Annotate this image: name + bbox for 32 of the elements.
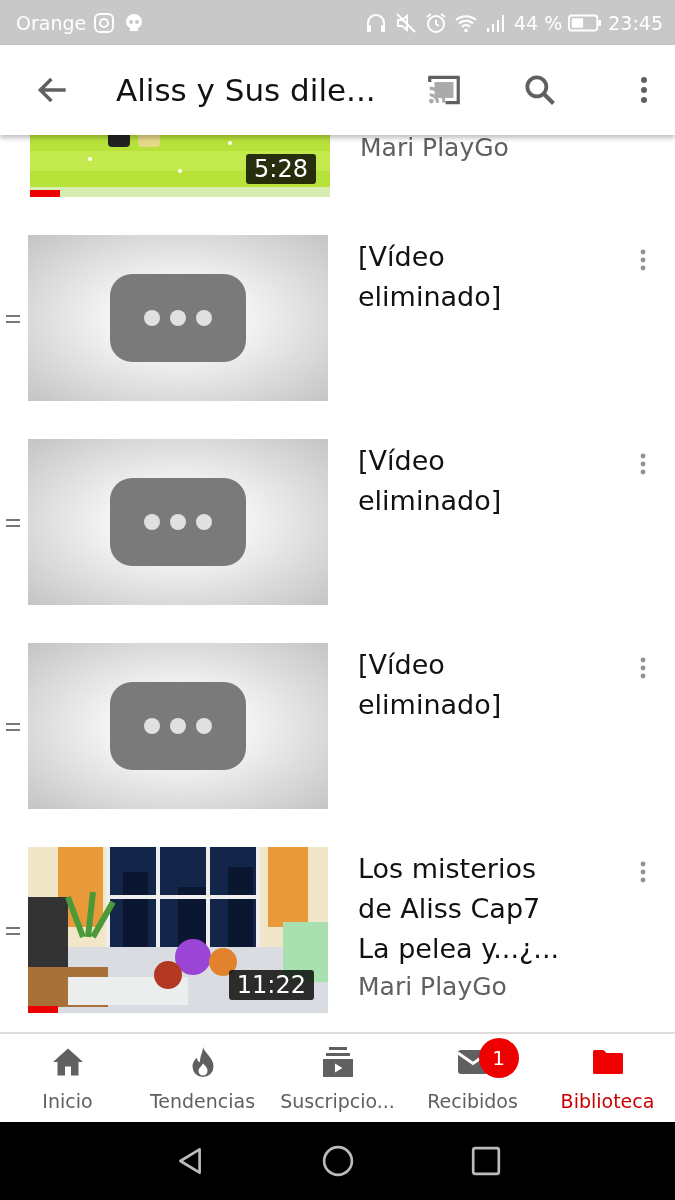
video-title[interactable]: [Vídeo eliminado] <box>358 237 568 317</box>
battery-icon <box>568 12 603 33</box>
more-options-icon[interactable] <box>639 451 647 477</box>
channel-name: Mari PlayGo <box>360 135 510 161</box>
more-options-icon[interactable] <box>639 655 647 681</box>
drag-handle-icon[interactable] <box>6 927 20 935</box>
nav-tab[interactable]: Inicio <box>0 1034 135 1122</box>
camera-icon <box>92 10 117 35</box>
video-title[interactable]: [Vídeo eliminado] <box>358 441 568 521</box>
more-options-icon[interactable] <box>639 247 647 273</box>
video-duration: 5:28 <box>246 154 316 184</box>
video-title[interactable]: Los misterios de Aliss Cap7 La pelea y...¿... <box>358 849 568 969</box>
notification-badge: 1 <box>478 1038 519 1078</box>
more-icon <box>110 682 246 770</box>
video-duration: 11:22 <box>228 970 314 1000</box>
nav-tab[interactable]: Suscripcio... <box>270 1034 405 1122</box>
video-title[interactable]: [Vídeo eliminado] <box>358 645 568 725</box>
nav-tab[interactable]: Biblioteca <box>540 1034 675 1122</box>
more-options-icon[interactable] <box>639 74 649 106</box>
more-icon <box>110 478 246 566</box>
recents-icon[interactable] <box>469 1145 502 1177</box>
channel-name: Mari PlayGo <box>358 971 508 1003</box>
page-title: Aliss y Sus dile... <box>116 72 377 108</box>
more-options-icon[interactable] <box>639 859 647 885</box>
more-icon <box>110 274 246 362</box>
drag-handle-icon[interactable] <box>6 519 20 527</box>
home-circle-icon[interactable] <box>321 1145 354 1177</box>
drag-handle-icon[interactable] <box>6 723 20 731</box>
nav-tab[interactable]: 1 Recibidos <box>405 1034 540 1122</box>
mute-icon <box>393 10 418 35</box>
nav-tab[interactable]: Tendencias <box>135 1034 270 1122</box>
drag-handle-icon[interactable] <box>6 315 20 323</box>
